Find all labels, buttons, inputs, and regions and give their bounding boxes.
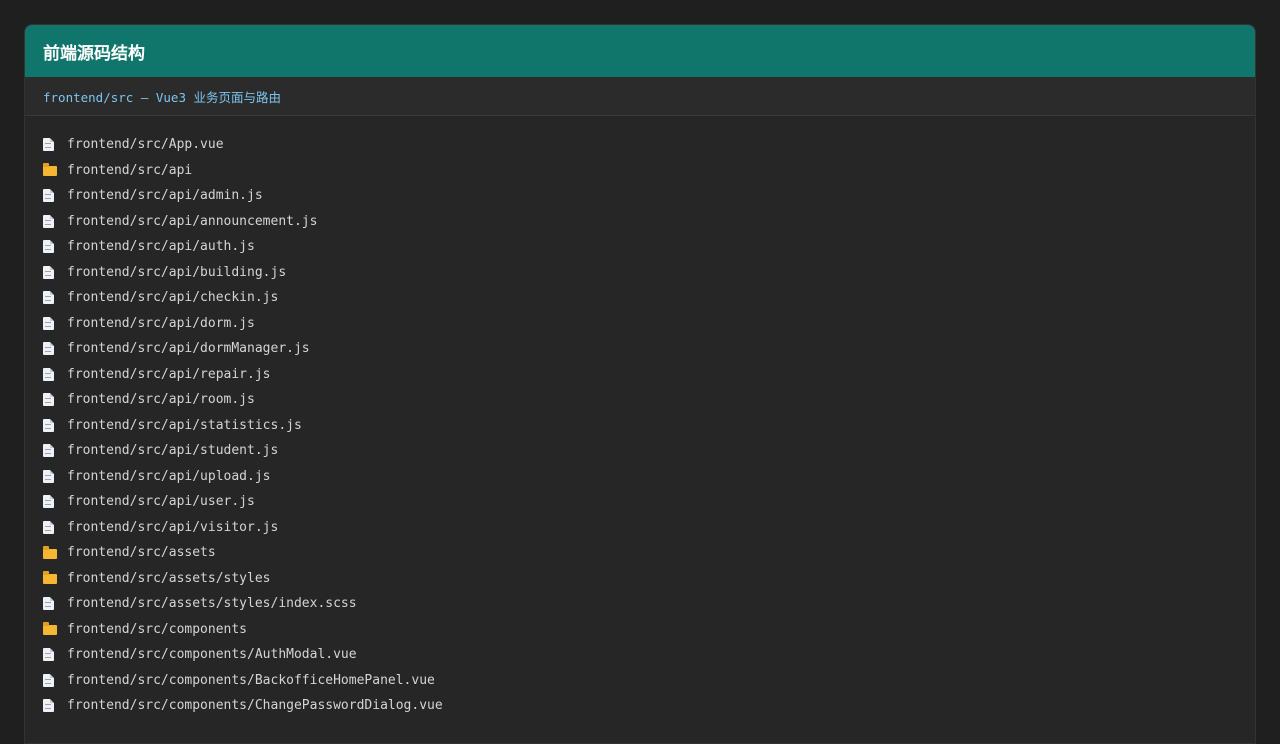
file-icon [43,367,67,381]
item-path: frontend/src/api/upload.js [67,468,271,484]
file-icon [43,291,67,305]
file-icon-glyph [43,648,54,662]
file-item[interactable]: frontend/src/components/BackofficeHomePa… [43,668,1255,694]
file-item[interactable]: frontend/src/api/dormManager.js [43,336,1255,362]
folder-icon-glyph [43,571,57,585]
file-item[interactable]: frontend/src/api/auth.js [43,234,1255,260]
file-icon-glyph [43,189,54,203]
item-path: frontend/src/api/user.js [67,494,255,510]
file-icon-glyph [43,597,54,611]
file-item[interactable]: frontend/src/assets/styles/index.scss [43,591,1255,617]
file-item[interactable]: frontend/src/components/AuthModal.vue [43,642,1255,668]
file-icon [43,342,67,356]
file-icon-glyph [43,138,54,152]
item-path: frontend/src/api/statistics.js [67,417,302,433]
item-path: frontend/src/components [67,621,248,637]
file-item[interactable]: frontend/src/api/upload.js [43,464,1255,490]
folder-icon [43,163,67,177]
file-icon-glyph [43,699,54,713]
file-icon-glyph [43,342,54,356]
item-path: frontend/src/App.vue [67,137,224,153]
file-item[interactable]: frontend/src/api/dorm.js [43,311,1255,337]
folder-icon-glyph [43,545,57,559]
file-icon [43,699,67,713]
item-path: frontend/src/api/visitor.js [67,519,279,535]
file-item[interactable]: frontend/src/api/visitor.js [43,515,1255,541]
page-title: 前端源码结构 [43,43,145,64]
item-path: frontend/src/api/dorm.js [67,315,255,331]
subheader-caption: frontend/src — Vue3 业务页面与路由 [43,89,282,105]
file-icon [43,495,67,509]
file-item[interactable]: frontend/src/api/user.js [43,489,1255,515]
file-icon-glyph [43,520,54,534]
file-icon [43,393,67,407]
file-item[interactable]: frontend/src/api/announcement.js [43,209,1255,235]
file-item[interactable]: frontend/src/api/checkin.js [43,285,1255,311]
item-path: frontend/src/api [67,162,193,178]
file-icon [43,520,67,534]
item-path: frontend/src/components/ChangePasswordDi… [67,698,443,714]
file-icon [43,316,67,330]
file-icon-glyph [43,444,54,458]
folder-icon-glyph [43,622,57,636]
file-icon [43,444,67,458]
file-icon [43,597,67,611]
file-icon [43,673,67,687]
item-path: frontend/src/components/AuthModal.vue [67,647,357,663]
file-item[interactable]: frontend/src/api/statistics.js [43,413,1255,439]
panel-subheader: frontend/src — Vue3 业务页面与路由 [25,77,1255,116]
file-icon-glyph [43,673,54,687]
item-path: frontend/src/api/dormManager.js [67,341,310,357]
file-icon [43,265,67,279]
file-tree-list: frontend/src/App.vue frontend/src/api fron… [25,116,1255,719]
folder-icon [43,622,67,636]
file-icon-glyph [43,393,54,407]
file-icon-glyph [43,214,54,228]
file-icon-glyph [43,469,54,483]
panel-header: 前端源码结构 [25,25,1255,77]
file-icon [43,469,67,483]
item-path: frontend/src/assets/styles/index.scss [67,596,357,612]
item-path: frontend/src/components/BackofficeHomePa… [67,672,435,688]
item-path: frontend/src/api/auth.js [67,239,255,255]
item-path: frontend/src/api/announcement.js [67,213,318,229]
file-item[interactable]: frontend/src/api/room.js [43,387,1255,413]
file-item[interactable]: frontend/src/api/student.js [43,438,1255,464]
item-path: frontend/src/assets/styles [67,570,271,586]
file-item[interactable]: frontend/src/api/admin.js [43,183,1255,209]
file-icon [43,648,67,662]
folder-item[interactable]: frontend/src/assets/styles [43,566,1255,592]
item-path: frontend/src/api/room.js [67,392,255,408]
folder-item[interactable]: frontend/src/components [43,617,1255,643]
file-icon-glyph [43,367,54,381]
file-icon-glyph [43,316,54,330]
file-icon [43,189,67,203]
item-path: frontend/src/assets [67,545,216,561]
item-path: frontend/src/api/student.js [67,443,279,459]
file-icon-glyph [43,418,54,432]
file-icon-glyph [43,291,54,305]
source-structure-panel: 前端源码结构 frontend/src — Vue3 业务页面与路由 front… [24,24,1256,744]
file-icon [43,418,67,432]
folder-item[interactable]: frontend/src/api [43,158,1255,184]
item-path: frontend/src/api/repair.js [67,366,271,382]
file-icon [43,138,67,152]
file-item[interactable]: frontend/src/api/repair.js [43,362,1255,388]
file-item[interactable]: frontend/src/components/ChangePasswordDi… [43,693,1255,719]
folder-item[interactable]: frontend/src/assets [43,540,1255,566]
item-path: frontend/src/api/admin.js [67,188,263,204]
file-icon-glyph [43,240,54,254]
item-path: frontend/src/api/building.js [67,264,287,280]
folder-icon [43,545,67,559]
file-item[interactable]: frontend/src/App.vue [43,132,1255,158]
file-icon-glyph [43,495,54,509]
folder-icon-glyph [43,163,57,177]
file-icon [43,214,67,228]
file-item[interactable]: frontend/src/api/building.js [43,260,1255,286]
file-icon [43,240,67,254]
folder-icon [43,571,67,585]
item-path: frontend/src/api/checkin.js [67,290,279,306]
file-icon-glyph [43,265,54,279]
